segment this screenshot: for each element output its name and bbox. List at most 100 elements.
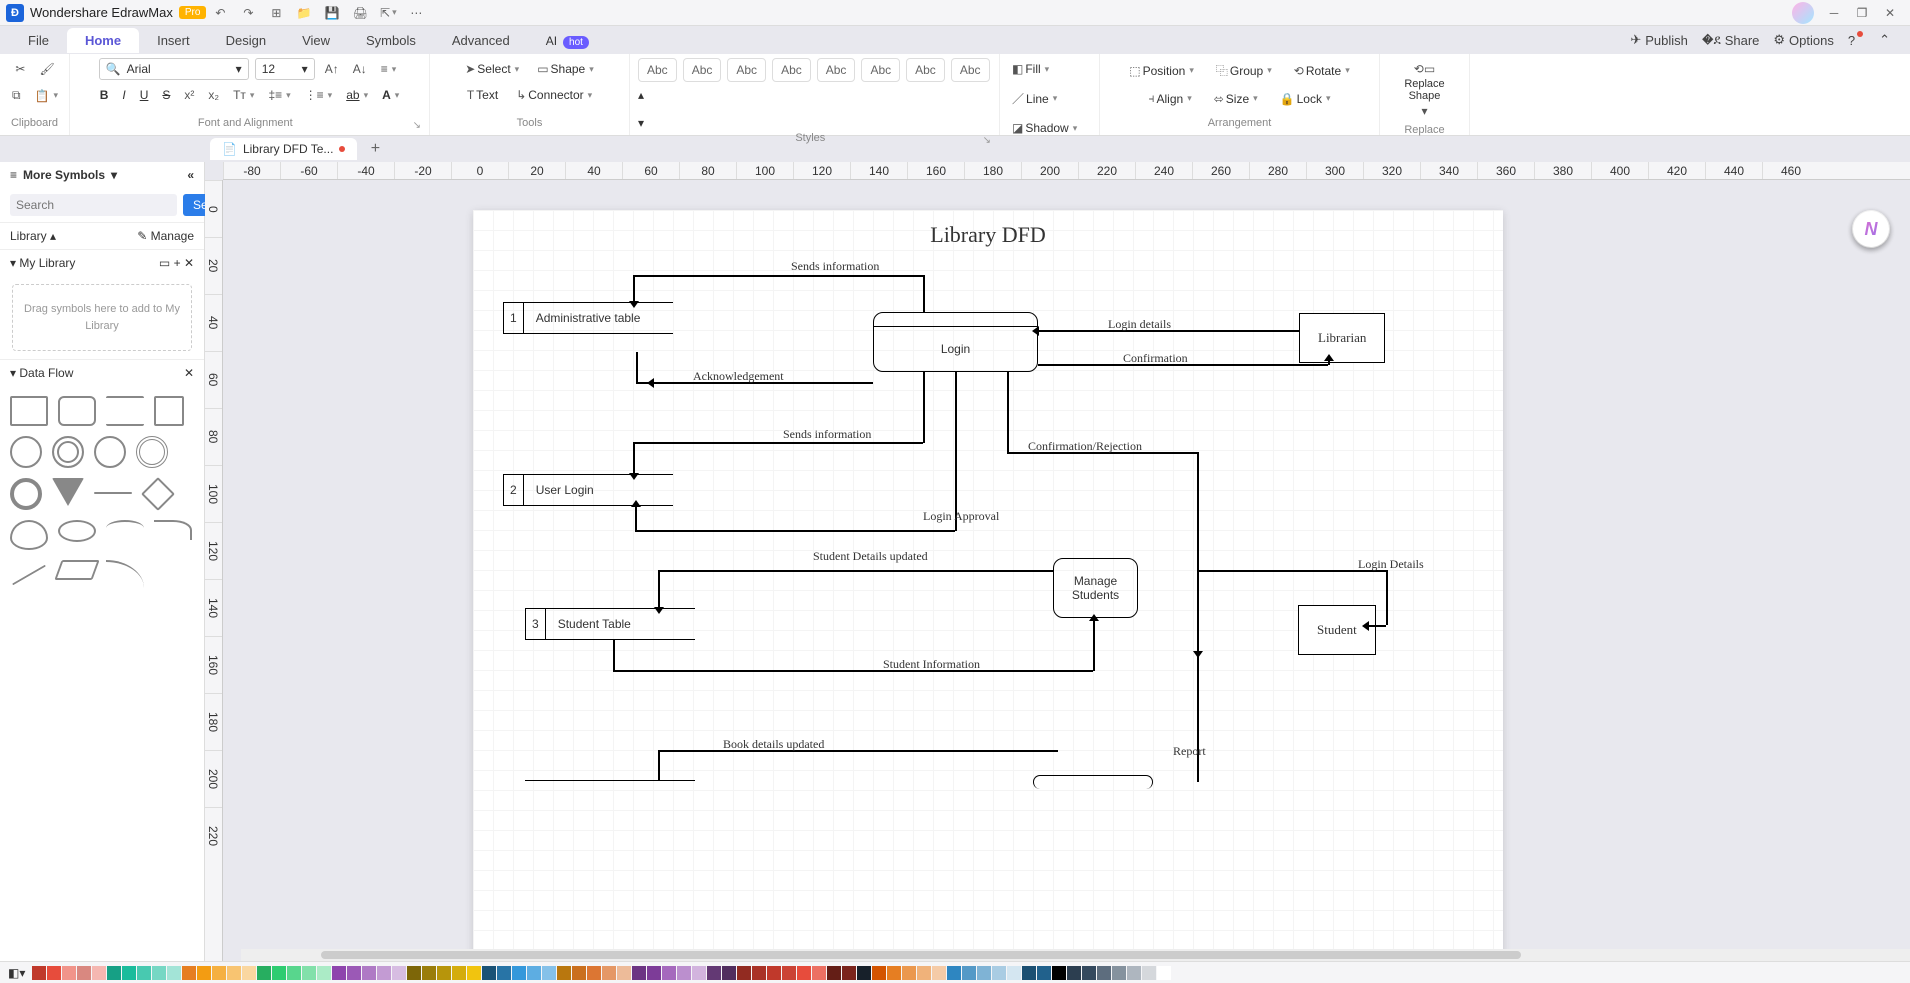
bold-icon[interactable]: B: [96, 84, 113, 106]
shape-square[interactable]: [154, 396, 184, 426]
shape-circle-3[interactable]: [94, 436, 126, 468]
copy-icon[interactable]: ⧉: [8, 84, 25, 107]
style-preset-5[interactable]: Abc: [817, 58, 856, 82]
open-icon[interactable]: 📁: [293, 2, 315, 24]
menu-design[interactable]: Design: [208, 28, 284, 53]
color-swatch[interactable]: [677, 966, 691, 980]
replace-shape-button[interactable]: ⟲▭Replace Shape ▾: [1388, 58, 1461, 122]
flow-ack[interactable]: Acknowledgement: [693, 370, 784, 383]
color-swatch[interactable]: [572, 966, 586, 980]
color-swatch[interactable]: [1052, 966, 1066, 980]
color-swatch[interactable]: [137, 966, 151, 980]
print-icon[interactable]: 🖨: [349, 2, 371, 24]
color-swatch[interactable]: [977, 966, 991, 980]
color-swatch[interactable]: [917, 966, 931, 980]
color-swatch[interactable]: [1097, 966, 1111, 980]
color-swatch[interactable]: [62, 966, 76, 980]
color-swatch[interactable]: [272, 966, 286, 980]
underline-icon[interactable]: U: [136, 84, 153, 106]
flow-sends-info-2[interactable]: Sends information: [783, 428, 871, 441]
position-button[interactable]: ⬚ Position: [1125, 58, 1198, 83]
datastore-2-num[interactable]: 2: [503, 475, 524, 505]
flow-conf-rej[interactable]: Confirmation/Rejection: [1028, 440, 1142, 453]
menu-file[interactable]: File: [10, 28, 67, 53]
color-swatch[interactable]: [1157, 966, 1171, 980]
process-manage-students[interactable]: Manage Students: [1054, 559, 1137, 617]
shape-diagonal[interactable]: [12, 565, 46, 586]
color-swatch[interactable]: [737, 966, 751, 980]
color-swatch[interactable]: [1037, 966, 1051, 980]
font-family-select[interactable]: 🔍 Arial▾: [99, 58, 249, 80]
color-swatch[interactable]: [167, 966, 181, 980]
flow-login-details[interactable]: Login details: [1108, 318, 1171, 331]
flow-book-details[interactable]: Book details updated: [723, 738, 824, 751]
color-swatch[interactable]: [497, 966, 511, 980]
undo-icon[interactable]: ↶: [209, 2, 231, 24]
shape-datastore[interactable]: [106, 396, 144, 426]
color-swatch[interactable]: [1082, 966, 1096, 980]
shape-cloud[interactable]: [10, 520, 48, 550]
add-tab-button[interactable]: +: [365, 139, 385, 159]
redo-icon[interactable]: ↷: [237, 2, 259, 24]
format-painter-icon[interactable]: 🖌: [35, 58, 58, 80]
shape-circle-1[interactable]: [10, 436, 42, 468]
color-swatch[interactable]: [797, 966, 811, 980]
help-icon[interactable]: ?: [1848, 33, 1865, 48]
color-swatch[interactable]: [857, 966, 871, 980]
color-swatch[interactable]: [122, 966, 136, 980]
text-case-icon[interactable]: Tт: [229, 84, 258, 106]
menu-view[interactable]: View: [284, 28, 348, 53]
color-swatch[interactable]: [707, 966, 721, 980]
connector-tool[interactable]: ↳ Connector: [512, 84, 596, 106]
mylib-add-icon[interactable]: +: [174, 256, 181, 270]
datastore-1-num[interactable]: 1: [503, 303, 524, 333]
my-library-section[interactable]: ▾ My Library: [10, 256, 75, 270]
shape-circle-4[interactable]: [136, 436, 168, 468]
color-swatch[interactable]: [962, 966, 976, 980]
shape-tool[interactable]: ▭ Shape: [533, 58, 598, 80]
color-swatch[interactable]: [407, 966, 421, 980]
flow-sends-info-1[interactable]: Sends information: [791, 260, 879, 273]
color-swatch[interactable]: [932, 966, 946, 980]
color-swatch[interactable]: [872, 966, 886, 980]
maximize-icon[interactable]: ❐: [1851, 2, 1873, 24]
manage-button[interactable]: ✎ Manage: [137, 229, 194, 243]
symbol-search-input[interactable]: [10, 194, 177, 216]
flow-confirmation[interactable]: Confirmation: [1123, 352, 1188, 365]
shape-rect-rounded[interactable]: [58, 396, 96, 426]
hamburger-icon[interactable]: ≡: [10, 168, 17, 182]
color-swatch[interactable]: [32, 966, 46, 980]
color-swatch[interactable]: [602, 966, 616, 980]
fill-button[interactable]: ◧ Fill: [1008, 58, 1053, 80]
increase-font-icon[interactable]: A↑: [321, 58, 343, 80]
shape-triangle[interactable]: [52, 478, 84, 506]
flow-report[interactable]: Report: [1173, 745, 1206, 758]
style-preset-6[interactable]: Abc: [861, 58, 900, 82]
cut-icon[interactable]: ✂: [11, 58, 29, 80]
color-swatch[interactable]: [212, 966, 226, 980]
color-swatch[interactable]: [1112, 966, 1126, 980]
shape-line[interactable]: [94, 492, 132, 494]
styles-dialog-launcher-icon[interactable]: ↘: [983, 135, 991, 146]
size-button[interactable]: ⬄ Size: [1210, 87, 1262, 110]
color-swatch[interactable]: [152, 966, 166, 980]
color-swatch[interactable]: [257, 966, 271, 980]
highlight-icon[interactable]: ab: [342, 84, 372, 106]
color-swatch[interactable]: [182, 966, 196, 980]
align-button[interactable]: ⫞ Align: [1144, 87, 1195, 110]
color-swatch[interactable]: [47, 966, 61, 980]
shape-arc-2[interactable]: [154, 520, 192, 540]
shape-arc-1[interactable]: [106, 520, 144, 536]
color-swatch[interactable]: [77, 966, 91, 980]
collapse-ribbon-icon[interactable]: ⌃: [1879, 32, 1890, 48]
flow-student-info[interactable]: Student Information: [883, 658, 980, 671]
menu-insert[interactable]: Insert: [139, 28, 208, 53]
color-swatch[interactable]: [587, 966, 601, 980]
line-spacing-icon[interactable]: ‡≡: [264, 84, 294, 106]
color-swatch[interactable]: [542, 966, 556, 980]
font-size-select[interactable]: 12▾: [255, 58, 315, 80]
color-swatch[interactable]: [842, 966, 856, 980]
minimize-icon[interactable]: ─: [1823, 2, 1845, 24]
color-swatch[interactable]: [887, 966, 901, 980]
datastore-user-login[interactable]: User Login: [524, 475, 606, 505]
